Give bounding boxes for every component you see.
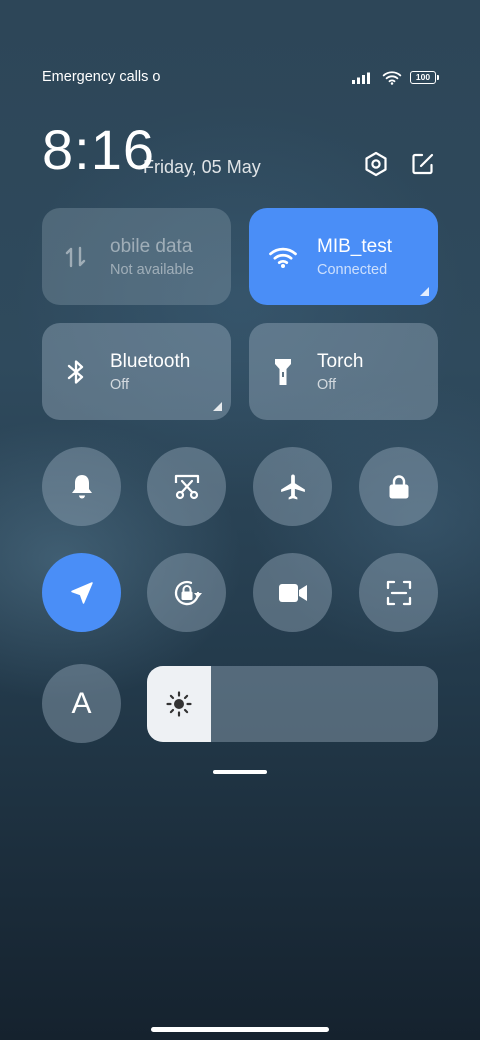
wifi-status-icon xyxy=(382,70,402,85)
mobile-data-title: obile data xyxy=(110,236,193,257)
bluetooth-tile[interactable]: Bluetooth Off xyxy=(42,323,231,420)
battery-level: 100 xyxy=(415,71,431,82)
wifi-network-name: MIB_test xyxy=(317,236,392,257)
torch-title: Torch xyxy=(317,351,364,372)
wifi-icon xyxy=(269,247,297,268)
bluetooth-icon xyxy=(67,359,84,384)
bell-icon xyxy=(71,474,92,498)
font-size-toggle[interactable]: A xyxy=(42,664,121,743)
screen-recorder-toggle[interactable] xyxy=(253,553,332,632)
edit-icon xyxy=(412,153,434,175)
torch-status: Off xyxy=(317,377,337,393)
airplane-icon xyxy=(280,474,305,499)
wifi-tile[interactable]: MIB_test Connected xyxy=(249,208,438,305)
bluetooth-expand-indicator[interactable] xyxy=(213,402,222,411)
torch-icon xyxy=(275,358,291,385)
home-indicator[interactable] xyxy=(151,1027,329,1032)
signal-icon xyxy=(352,72,370,84)
font-size-label: A xyxy=(71,686,92,720)
date: Friday, 05 May xyxy=(143,157,261,177)
lock-screen-toggle[interactable] xyxy=(359,447,438,526)
mobile-data-icon xyxy=(65,246,86,267)
location-arrow-icon xyxy=(70,581,93,604)
wifi-status: Connected xyxy=(317,262,388,278)
scan-icon xyxy=(386,580,411,605)
scissors-icon xyxy=(174,474,199,499)
panel-drag-handle[interactable] xyxy=(213,770,267,774)
screenshot-toggle[interactable] xyxy=(147,447,226,526)
brightness-fill xyxy=(147,666,212,742)
video-camera-icon xyxy=(278,583,307,602)
rotation-lock-toggle[interactable] xyxy=(147,553,226,632)
wifi-expand-indicator[interactable] xyxy=(420,287,429,296)
background-app-grid xyxy=(0,790,480,1040)
brightness-slider[interactable] xyxy=(147,666,438,742)
clock: 8:16 xyxy=(42,118,155,181)
status-bar: Emergency calls o 100 xyxy=(42,66,439,88)
battery-icon: 100 xyxy=(410,70,439,84)
carrier-text: Emergency calls o xyxy=(42,69,161,85)
sun-icon xyxy=(166,691,192,717)
scanner-toggle[interactable] xyxy=(359,553,438,632)
location-toggle[interactable] xyxy=(42,553,121,632)
bluetooth-title: Bluetooth xyxy=(110,351,191,372)
settings-hex-icon xyxy=(365,151,387,177)
airplane-mode-toggle[interactable] xyxy=(253,447,332,526)
bluetooth-status: Off xyxy=(110,377,130,393)
mobile-data-subtitle: Not available xyxy=(110,262,194,278)
edit-button[interactable] xyxy=(409,150,437,178)
ringer-toggle[interactable] xyxy=(42,447,121,526)
lock-icon xyxy=(389,474,408,498)
rotation-lock-icon xyxy=(174,580,202,605)
settings-button[interactable] xyxy=(362,150,390,178)
torch-tile[interactable]: Torch Off xyxy=(249,323,438,420)
mobile-data-tile[interactable]: obile data Not available xyxy=(42,208,231,305)
